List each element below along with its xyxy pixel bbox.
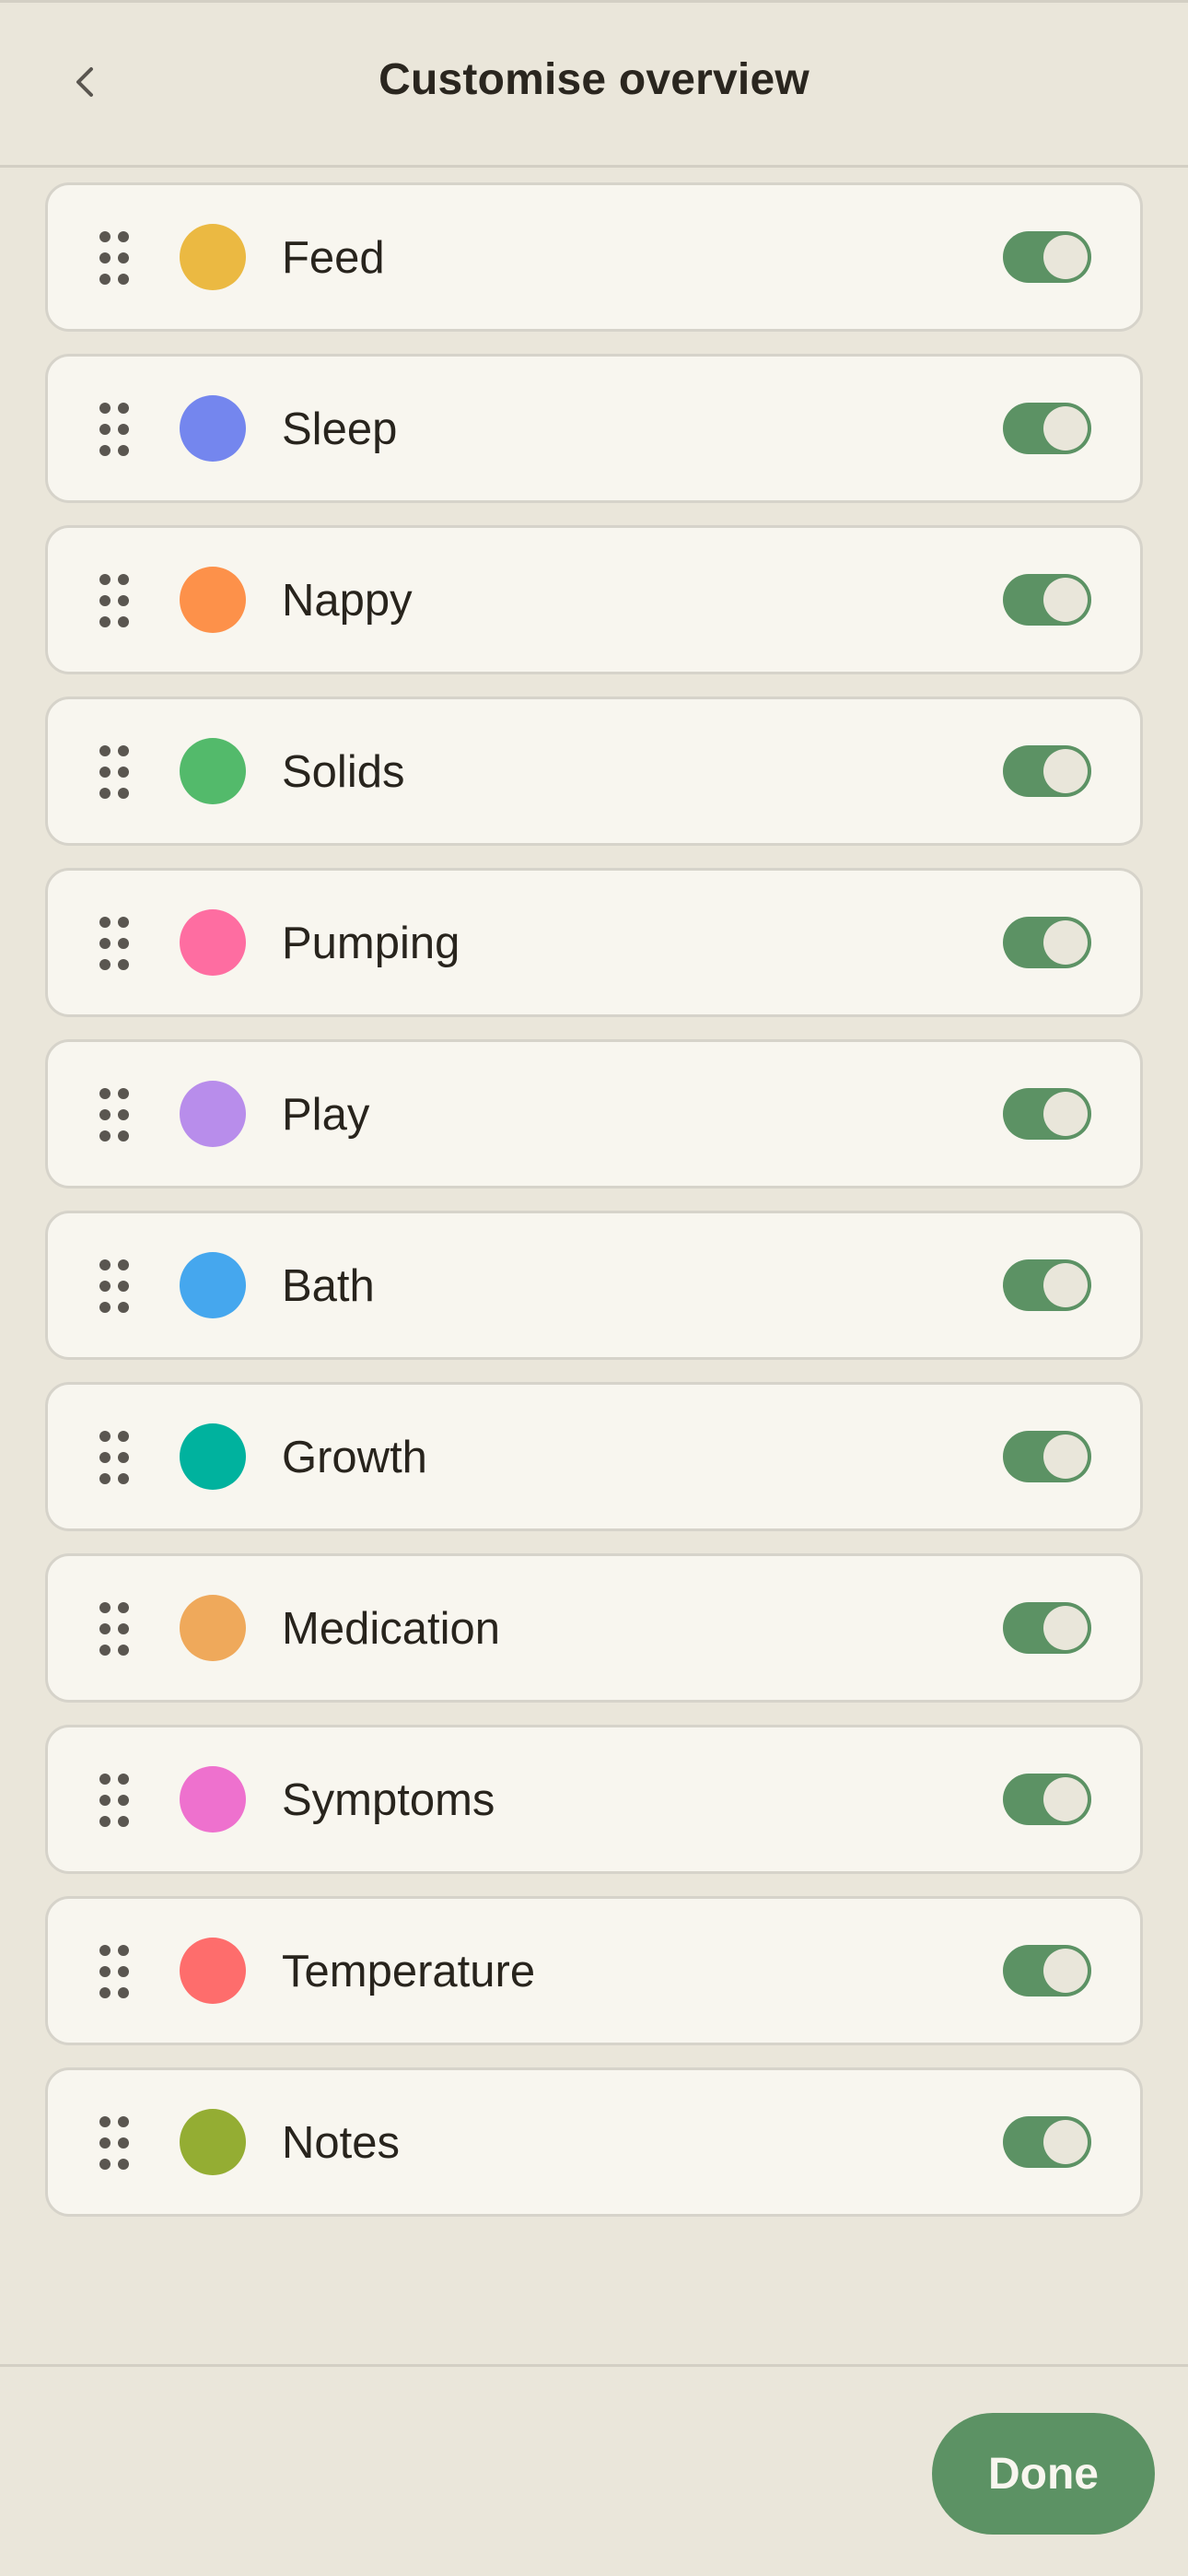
color-swatch	[180, 1252, 246, 1318]
drag-handle-icon[interactable]	[99, 2116, 129, 2170]
activity-list: Feed Sleep Nappy Solids Pumping Play Bat…	[45, 182, 1143, 2239]
visibility-toggle[interactable]	[1003, 1602, 1091, 1654]
drag-handle-icon[interactable]	[99, 1259, 129, 1313]
visibility-toggle[interactable]	[1003, 2116, 1091, 2168]
item-label: Play	[282, 1090, 370, 1140]
top-bar: Customise overview	[0, 0, 1188, 168]
bottom-bar: Done	[0, 2364, 1188, 2576]
item-label: Feed	[282, 233, 385, 283]
item-label: Growth	[282, 1433, 427, 1482]
drag-handle-icon[interactable]	[99, 1945, 129, 1998]
list-item-bath: Bath	[45, 1211, 1143, 1360]
color-swatch	[180, 395, 246, 462]
done-button[interactable]: Done	[932, 2413, 1155, 2535]
drag-handle-icon[interactable]	[99, 1431, 129, 1484]
toggle-knob	[1043, 235, 1088, 279]
toggle-knob	[1043, 1434, 1088, 1479]
color-swatch	[180, 738, 246, 804]
toggle-knob	[1043, 578, 1088, 622]
item-label: Pumping	[282, 919, 460, 968]
color-swatch	[180, 909, 246, 976]
list-item-medication: Medication	[45, 1553, 1143, 1703]
customise-overview-screen: Customise overview Feed Sleep Nappy Soli…	[0, 0, 1188, 2576]
color-swatch	[180, 1595, 246, 1661]
visibility-toggle[interactable]	[1003, 1088, 1091, 1140]
toggle-knob	[1043, 749, 1088, 793]
item-label: Bath	[282, 1261, 375, 1311]
drag-handle-icon[interactable]	[99, 917, 129, 970]
visibility-toggle[interactable]	[1003, 231, 1091, 283]
drag-handle-icon[interactable]	[99, 1602, 129, 1656]
visibility-toggle[interactable]	[1003, 1259, 1091, 1311]
item-label: Temperature	[282, 1947, 536, 1996]
visibility-toggle[interactable]	[1003, 1431, 1091, 1482]
visibility-toggle[interactable]	[1003, 1945, 1091, 1996]
color-swatch	[180, 1081, 246, 1147]
list-item-nappy: Nappy	[45, 525, 1143, 674]
item-label: Medication	[282, 1604, 500, 1654]
item-label: Solids	[282, 747, 405, 797]
list-item-sleep: Sleep	[45, 354, 1143, 503]
color-swatch	[180, 1423, 246, 1490]
color-swatch	[180, 224, 246, 290]
color-swatch	[180, 567, 246, 633]
item-label: Symptoms	[282, 1775, 495, 1825]
item-label: Nappy	[282, 576, 413, 626]
list-item-symptoms: Symptoms	[45, 1725, 1143, 1874]
visibility-toggle[interactable]	[1003, 917, 1091, 968]
drag-handle-icon[interactable]	[99, 1774, 129, 1827]
toggle-knob	[1043, 1606, 1088, 1650]
list-item-growth: Growth	[45, 1382, 1143, 1531]
visibility-toggle[interactable]	[1003, 1774, 1091, 1825]
list-item-temperature: Temperature	[45, 1896, 1143, 2045]
drag-handle-icon[interactable]	[99, 745, 129, 799]
color-swatch	[180, 1938, 246, 2004]
page-title: Customise overview	[379, 55, 809, 104]
list-item-feed: Feed	[45, 182, 1143, 332]
list-item-notes: Notes	[45, 2067, 1143, 2217]
drag-handle-icon[interactable]	[99, 403, 129, 456]
item-label: Notes	[282, 2118, 401, 2168]
visibility-toggle[interactable]	[1003, 574, 1091, 626]
toggle-knob	[1043, 2120, 1088, 2164]
toggle-knob	[1043, 920, 1088, 965]
color-swatch	[180, 1766, 246, 1832]
drag-handle-icon[interactable]	[99, 574, 129, 627]
list-item-play: Play	[45, 1039, 1143, 1188]
toggle-knob	[1043, 1263, 1088, 1307]
toggle-knob	[1043, 1949, 1088, 1993]
toggle-knob	[1043, 406, 1088, 451]
item-label: Sleep	[282, 404, 398, 454]
visibility-toggle[interactable]	[1003, 745, 1091, 797]
drag-handle-icon[interactable]	[99, 231, 129, 285]
toggle-knob	[1043, 1092, 1088, 1136]
drag-handle-icon[interactable]	[99, 1088, 129, 1142]
list-item-solids: Solids	[45, 697, 1143, 846]
toggle-knob	[1043, 1777, 1088, 1821]
color-swatch	[180, 2109, 246, 2175]
list-item-pumping: Pumping	[45, 868, 1143, 1017]
visibility-toggle[interactable]	[1003, 403, 1091, 454]
